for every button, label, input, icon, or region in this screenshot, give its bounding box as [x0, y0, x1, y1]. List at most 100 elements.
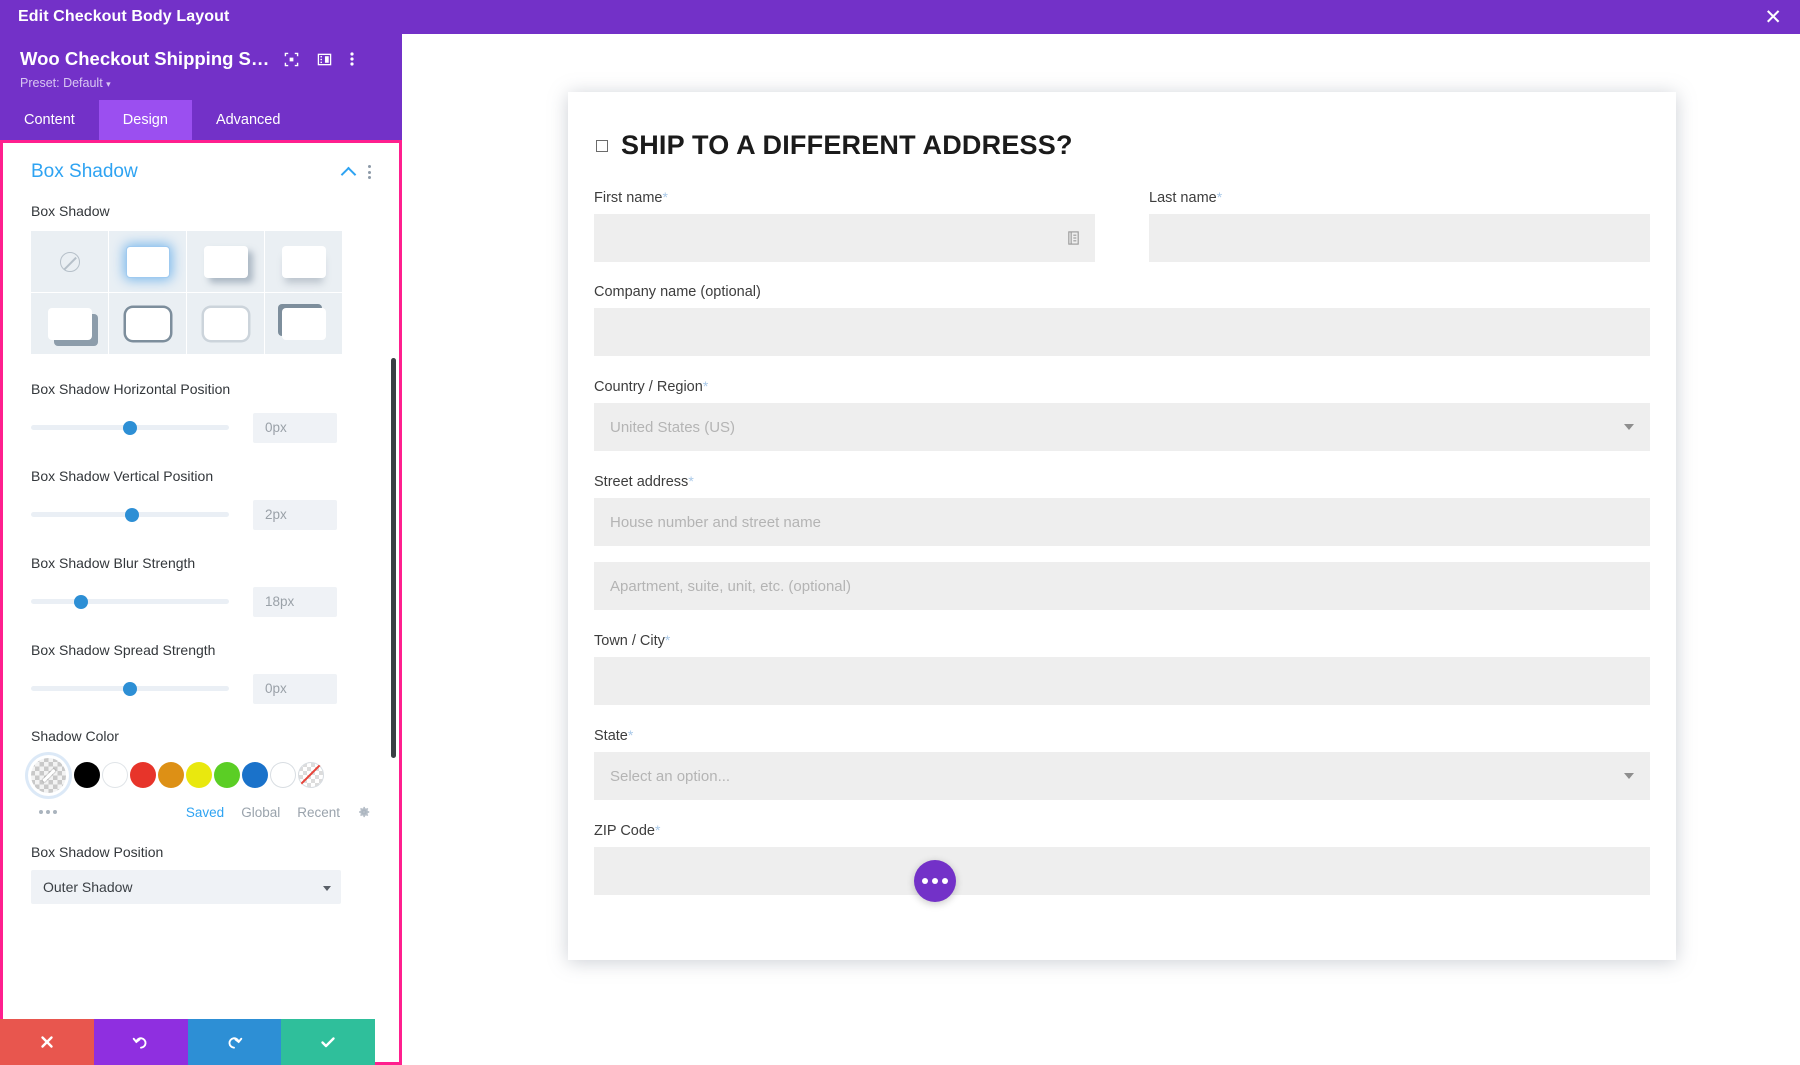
box-shadow-section-header: Box Shadow	[31, 161, 371, 183]
tab-content[interactable]: Content	[0, 100, 99, 140]
swatch-green[interactable]	[214, 762, 240, 789]
swatch-transparent[interactable]	[298, 762, 324, 789]
blur-strength-slider[interactable]	[31, 594, 229, 609]
slider-handle[interactable]	[124, 507, 139, 522]
swatch-orange[interactable]	[158, 762, 184, 789]
street-address-2-input[interactable]: Apartment, suite, unit, etc. (optional)	[594, 562, 1650, 610]
required-marker: *	[655, 822, 661, 838]
panel-tabs: Content Design Advanced	[0, 100, 402, 140]
preset-bottom-soft[interactable]	[265, 231, 342, 292]
name-field-row: First name* Last name*	[594, 189, 1650, 262]
preset-thumb	[281, 307, 326, 340]
preset-none[interactable]	[31, 231, 108, 292]
preset-top-left[interactable]	[265, 293, 342, 354]
spread-strength-control: Box Shadow Spread Strength 0px	[31, 641, 371, 704]
preset-thumb	[47, 307, 92, 340]
preset-thumb	[281, 245, 326, 278]
street-group: Street address* House number and street …	[594, 473, 1650, 610]
color-tab-global[interactable]: Global	[241, 805, 280, 820]
chevron-up-icon[interactable]	[340, 166, 357, 182]
ship-to-different-address-checkbox[interactable]	[596, 139, 608, 152]
redo-button[interactable]	[187, 1019, 282, 1065]
swatch-black[interactable]	[74, 762, 100, 789]
required-marker: *	[1216, 189, 1223, 205]
zip-input[interactable]	[594, 847, 1650, 895]
horizontal-position-value[interactable]: 0px	[253, 412, 337, 443]
preset-offset-bottom-right[interactable]	[187, 231, 264, 292]
color-tab-recent[interactable]: Recent	[297, 805, 340, 820]
country-label: Country / Region*	[594, 378, 709, 395]
swatch-red[interactable]	[130, 762, 156, 789]
blur-strength-value[interactable]: 18px	[253, 586, 337, 617]
state-value: Select an option...	[610, 767, 731, 785]
street-label: Street address*	[594, 473, 694, 490]
slider-handle[interactable]	[123, 681, 137, 696]
swatch-white-outline[interactable]	[270, 762, 296, 789]
street-address-input[interactable]: House number and street name	[594, 498, 1650, 546]
panel-action-bar	[0, 1019, 375, 1065]
preset-thumb	[203, 307, 248, 340]
city-group: Town / City*	[594, 632, 1650, 705]
panel-layout-icon[interactable]	[317, 52, 332, 67]
section-title: Box Shadow	[31, 161, 138, 182]
shadow-color-label: Shadow Color	[31, 727, 119, 744]
country-select[interactable]: United States (US)	[594, 403, 1650, 451]
preset-glow[interactable]	[109, 231, 186, 292]
ship-to-different-address-label: SHIP TO A DIFFERENT ADDRESS?	[621, 130, 1073, 160]
close-icon[interactable]: ✕	[1764, 7, 1782, 28]
preset-thumb	[203, 245, 248, 278]
spread-strength-slider[interactable]	[31, 681, 229, 696]
vertical-position-slider[interactable]	[31, 507, 229, 522]
color-meta-row: Saved Global Recent	[31, 805, 371, 820]
street2-placeholder: Apartment, suite, unit, etc. (optional)	[610, 577, 851, 595]
color-picker-swatch[interactable]	[31, 757, 66, 793]
last-name-label: Last name*	[1149, 189, 1223, 206]
checkout-shipping-card: SHIP TO A DIFFERENT ADDRESS? First name*…	[568, 92, 1676, 960]
undo-button[interactable]	[93, 1019, 188, 1065]
expand-view-icon[interactable]	[284, 52, 299, 67]
state-select[interactable]: Select an option...	[594, 752, 1650, 800]
page-settings-fab[interactable]	[914, 860, 956, 902]
swatch-blue[interactable]	[242, 762, 268, 789]
kebab-menu-icon[interactable]	[350, 51, 354, 67]
swatch-yellow[interactable]	[186, 762, 212, 789]
box-shadow-position-select[interactable]: Outer Shadow	[31, 869, 341, 904]
slider-handle[interactable]	[73, 594, 88, 609]
color-tab-saved[interactable]: Saved	[186, 805, 224, 820]
cancel-button[interactable]	[0, 1019, 94, 1065]
vertical-position-control: Box Shadow Vertical Position 2px	[31, 467, 371, 530]
preset-hard-offset[interactable]	[31, 293, 108, 354]
company-input[interactable]	[594, 308, 1650, 356]
dot-1	[922, 878, 928, 884]
more-dots-icon[interactable]	[31, 810, 57, 815]
vertical-position-value[interactable]: 2px	[253, 499, 337, 530]
preset-selector[interactable]: Preset: Default ▾	[20, 76, 382, 90]
panel-scrollbar-thumb[interactable]	[391, 358, 396, 758]
no-shadow-icon	[59, 251, 80, 272]
last-name-group: Last name*	[1149, 189, 1650, 262]
address-book-icon[interactable]	[1066, 231, 1081, 246]
spread-strength-value[interactable]: 0px	[253, 673, 337, 704]
preset-outline[interactable]	[109, 293, 186, 354]
preset-inner[interactable]	[187, 293, 264, 354]
city-input[interactable]	[594, 657, 1650, 705]
zip-group: ZIP Code*	[594, 822, 1650, 895]
tab-advanced[interactable]: Advanced	[192, 100, 305, 140]
kebab-menu-icon[interactable]	[368, 165, 371, 179]
last-name-input[interactable]	[1149, 214, 1650, 262]
tab-design[interactable]: Design	[98, 100, 192, 140]
module-settings-panel: Woo Checkout Shipping Set... Preset: Def…	[0, 34, 402, 1065]
swatch-white[interactable]	[102, 762, 128, 789]
dot-3	[942, 878, 948, 884]
checkout-preview: SHIP TO A DIFFERENT ADDRESS? First name*…	[430, 34, 1800, 1065]
gear-icon[interactable]	[357, 805, 371, 819]
first-name-input[interactable]	[594, 214, 1095, 262]
preset-thumb	[125, 307, 170, 340]
first-name-group: First name*	[594, 189, 1095, 262]
box-shadow-preset-grid	[31, 231, 371, 354]
slider-handle[interactable]	[123, 420, 137, 435]
save-button[interactable]	[281, 1019, 375, 1065]
horizontal-position-slider[interactable]	[31, 420, 229, 435]
panel-body: Box Shadow Box Shadow Box Shadow Horizon…	[0, 140, 402, 1065]
country-group: Country / Region* United States (US)	[594, 378, 1650, 451]
